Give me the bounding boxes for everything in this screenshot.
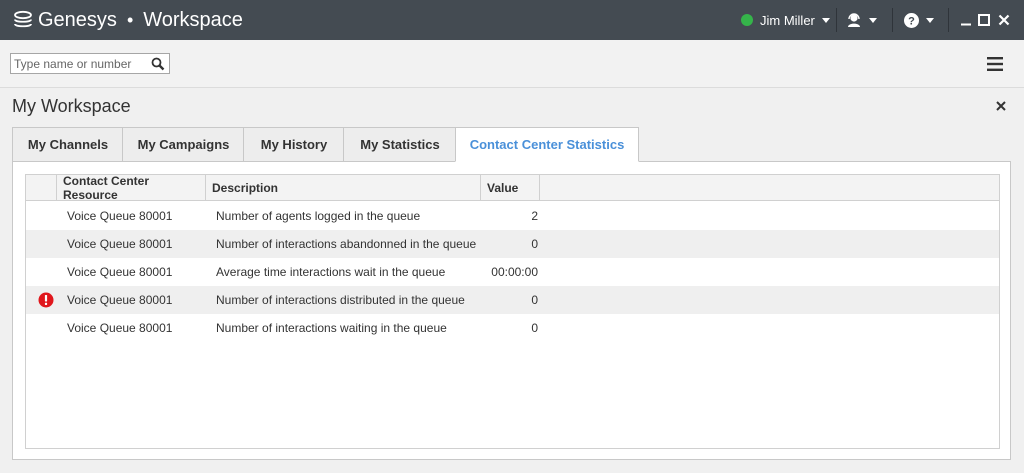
- brand: Genesys • Workspace: [12, 0, 243, 40]
- agent-status-menu[interactable]: Jim Miller: [741, 0, 830, 40]
- table-header: Contact Center Resource Description Valu…: [26, 175, 999, 202]
- description-cell: Number of agents logged in the queue: [216, 209, 421, 223]
- search-icon[interactable]: [151, 57, 165, 71]
- table-row[interactable]: Voice Queue 80001 Number of interactions…: [26, 314, 999, 342]
- tab-my-statistics[interactable]: My Statistics: [343, 127, 456, 162]
- status-ready-icon: [741, 14, 753, 26]
- close-window-button[interactable]: [995, 11, 1013, 29]
- divider: [948, 8, 949, 32]
- maximize-icon: [978, 14, 990, 26]
- alert-icon: [38, 292, 54, 308]
- value-cell: 00:00:00: [491, 265, 538, 279]
- value-cell: 2: [531, 209, 538, 223]
- value-cell: 0: [531, 237, 538, 251]
- resource-cell: Voice Queue 80001: [67, 265, 173, 279]
- value-cell: 0: [531, 293, 538, 307]
- search-box[interactable]: [10, 53, 170, 74]
- main-menu-icon[interactable]: [985, 55, 1005, 73]
- table-row[interactable]: Voice Queue 80001 Number of agents logge…: [26, 202, 999, 230]
- resource-cell: Voice Queue 80001: [67, 209, 173, 223]
- description-cell: Number of interactions distributed in th…: [216, 293, 465, 307]
- product-name: Workspace: [143, 8, 243, 31]
- header-value[interactable]: Value: [481, 175, 540, 201]
- minimize-icon: [961, 23, 971, 26]
- help-menu-button[interactable]: ?: [904, 0, 934, 40]
- tab-my-channels[interactable]: My Channels: [12, 127, 123, 162]
- description-cell: Number of interactions abandonned in the…: [216, 237, 477, 251]
- chevron-down-icon: [869, 17, 877, 23]
- help-icon: ?: [904, 12, 919, 28]
- resource-cell: Voice Queue 80001: [67, 237, 173, 251]
- table-row[interactable]: Voice Queue 80001 Average time interacti…: [26, 258, 999, 286]
- resource-cell: Voice Queue 80001: [67, 293, 173, 307]
- brand-separator: •: [126, 9, 134, 30]
- tab-my-campaigns[interactable]: My Campaigns: [122, 127, 244, 162]
- value-cell: 0: [531, 321, 538, 335]
- close-workspace-icon[interactable]: [994, 99, 1008, 113]
- title-bar: Genesys • Workspace Jim Miller ?: [0, 0, 1024, 40]
- brand-name: Genesys: [38, 8, 117, 31]
- resource-cell: Voice Queue 80001: [67, 321, 173, 335]
- tab-my-history[interactable]: My History: [243, 127, 344, 162]
- page-title: My Workspace: [12, 96, 131, 116]
- search-toolbar: [0, 40, 1024, 88]
- agent-headset-icon: [848, 13, 860, 27]
- statistics-table: Contact Center Resource Description Valu…: [25, 174, 1000, 449]
- table-row[interactable]: Voice Queue 80001 Number of interactions…: [26, 286, 999, 314]
- tab-contact-center-statistics[interactable]: Contact Center Statistics: [455, 127, 639, 162]
- close-icon: [998, 14, 1010, 26]
- workspace-tabs: My Channels My Campaigns My History My S…: [12, 127, 1011, 162]
- minimize-button[interactable]: [957, 11, 975, 29]
- description-cell: Number of interactions waiting in the qu…: [216, 321, 447, 335]
- agent-name: Jim Miller: [760, 12, 815, 28]
- header-resource[interactable]: Contact Center Resource: [57, 175, 206, 202]
- statistics-panel: Contact Center Resource Description Valu…: [12, 161, 1011, 460]
- chevron-down-icon: [821, 17, 830, 23]
- divider: [892, 8, 893, 32]
- genesys-logo-icon: [14, 10, 32, 28]
- divider: [836, 8, 837, 32]
- header-description[interactable]: Description: [206, 175, 481, 201]
- chevron-down-icon: [926, 17, 934, 23]
- search-input[interactable]: [14, 56, 150, 71]
- maximize-button[interactable]: [975, 11, 993, 29]
- svg-text:?: ?: [908, 15, 915, 27]
- header-status-column: [26, 175, 57, 201]
- agent-menu-button[interactable]: [846, 0, 877, 40]
- description-cell: Average time interactions wait in the qu…: [216, 265, 446, 279]
- table-row[interactable]: Voice Queue 80001 Number of interactions…: [26, 230, 999, 258]
